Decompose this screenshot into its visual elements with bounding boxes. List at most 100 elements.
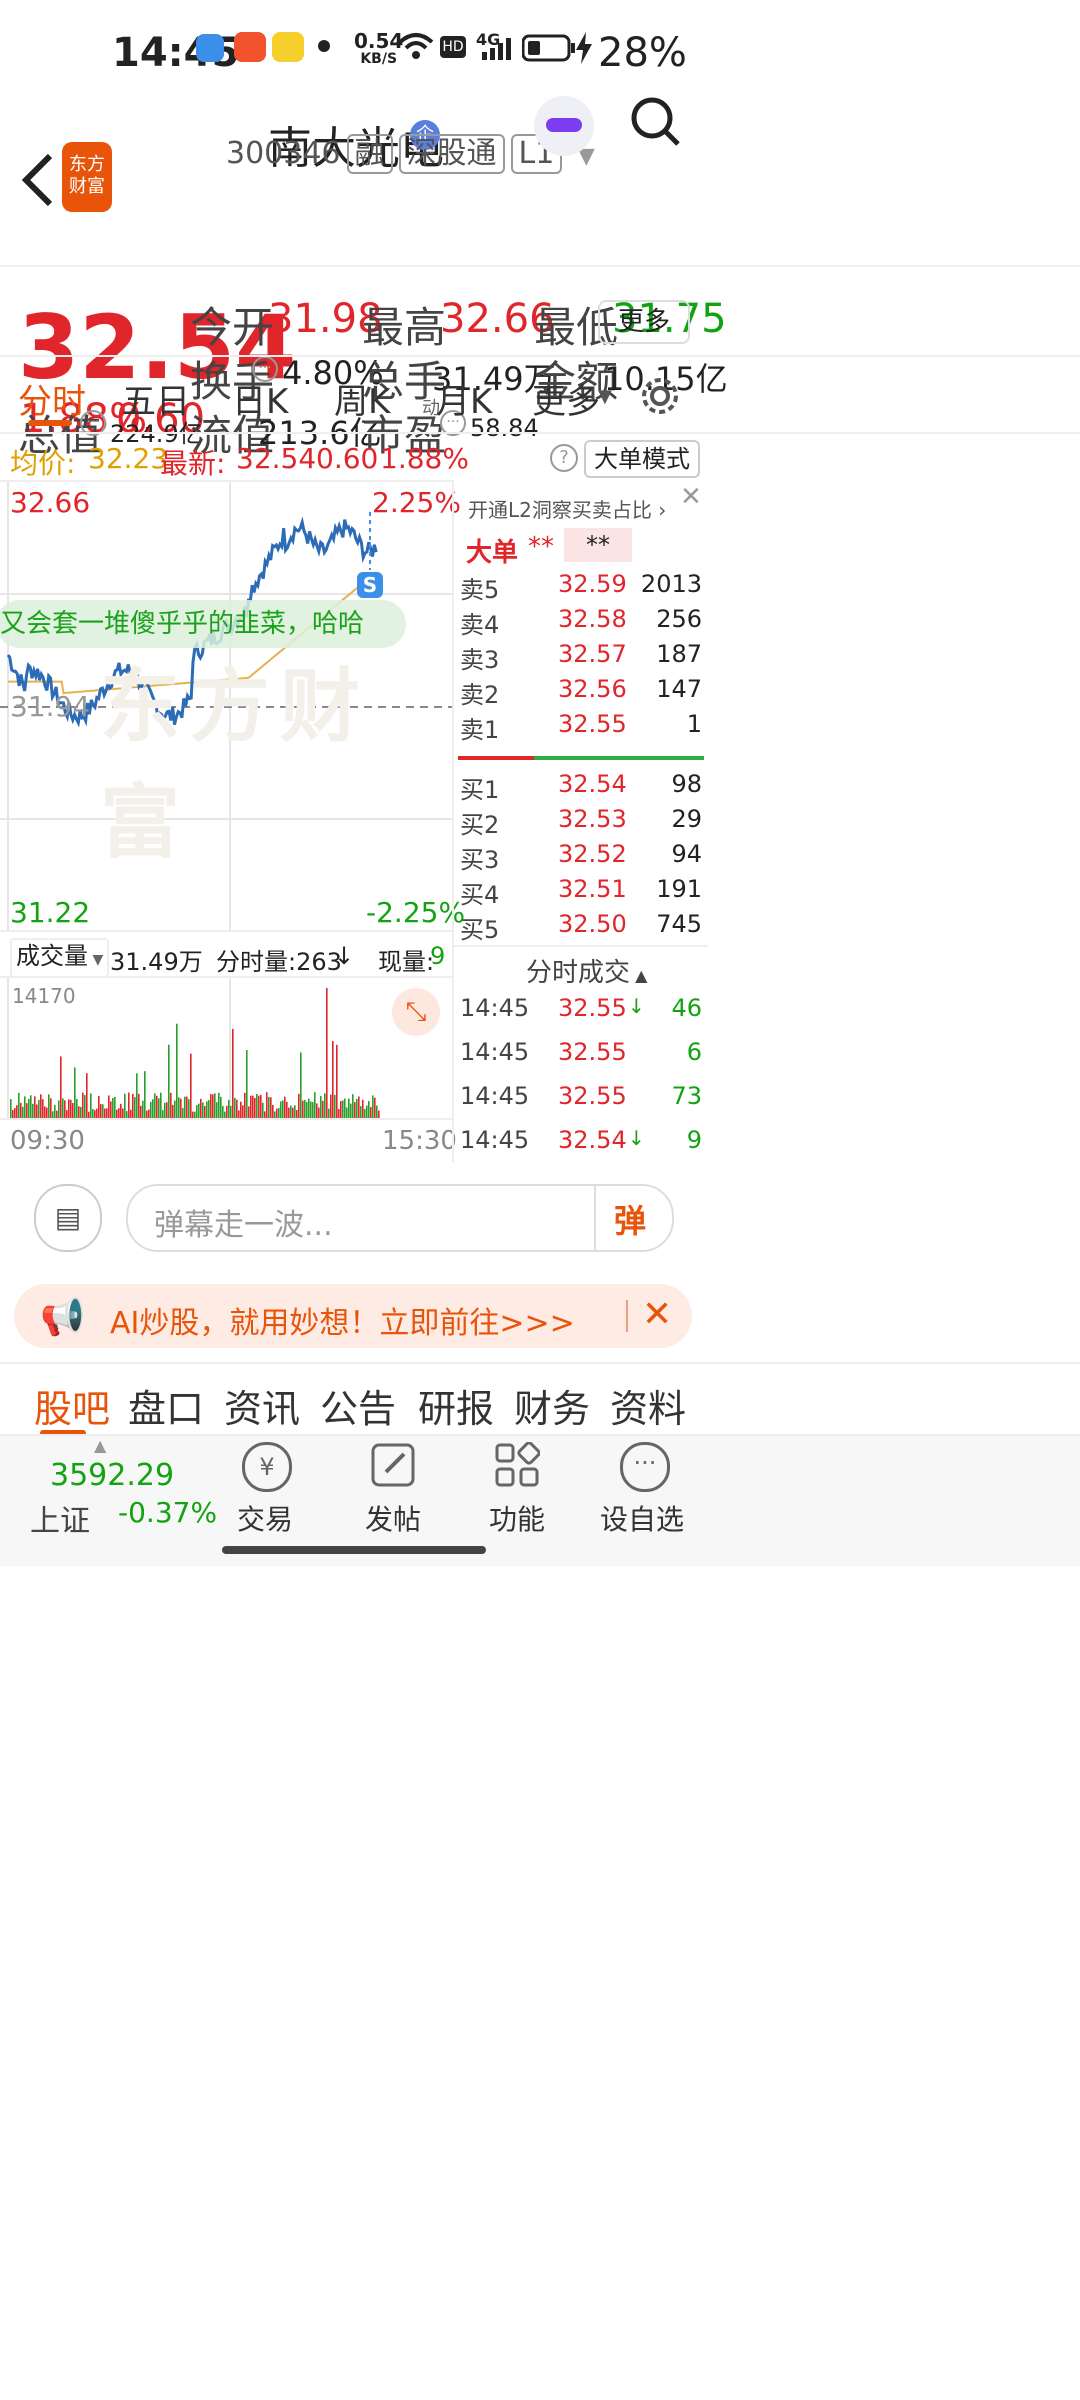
index-ticker[interactable]: ▲ 3592.29 上证 -0.37% <box>0 1436 220 1566</box>
home-indicator <box>222 1546 486 1554</box>
nav-announcements[interactable]: 公告 <box>320 1378 396 1433</box>
bid-volume: 745 <box>656 910 702 938</box>
ask-row[interactable]: 卖1 32.55 1 <box>454 710 708 745</box>
bid-row[interactable]: 买3 32.52 94 <box>454 840 708 875</box>
danmaku-settings-icon[interactable]: ▤ <box>34 1184 102 1252</box>
chart-mid-price: 31.94 <box>10 690 91 723</box>
volume-bar <box>356 1098 358 1120</box>
tab-monthly-k[interactable]: 月K <box>436 374 492 423</box>
down-arrow-icon: ↓ <box>334 942 355 970</box>
volume-bar <box>134 1097 136 1120</box>
search-icon[interactable] <box>630 96 682 148</box>
tab-weekly-k[interactable]: 周K <box>334 374 390 423</box>
volume-bar <box>138 1093 140 1120</box>
dock-add-watchlist[interactable]: ··· 设自选 <box>596 1442 688 1552</box>
dock-functions-label: 功能 <box>488 1503 545 1536</box>
big-order-mode-button[interactable]: 大单模式 <box>584 440 700 478</box>
nav-forum[interactable]: 股吧 <box>34 1378 110 1433</box>
dock-trade[interactable]: ¥ 交易 <box>230 1442 300 1552</box>
ask-volume: 187 <box>656 640 702 668</box>
tab-daily-k[interactable]: 日K <box>232 374 288 423</box>
volume-bar <box>200 1098 202 1120</box>
chart-tabs: 分时 五日 日K 周K 月K 更多 ▼ <box>0 360 1080 430</box>
ticks-list: 14:45 32.55 ↓ 46 14:45 32.55 6 14:45 32.55 73 14:4… <box>454 990 708 1166</box>
volume-bar <box>236 1099 238 1120</box>
hd-icon: HD <box>440 36 466 58</box>
s-marker-icon[interactable]: S <box>357 572 383 598</box>
volume-bar <box>210 1093 212 1120</box>
bid-row[interactable]: 买1 32.54 98 <box>454 770 708 805</box>
volume-bar <box>266 1092 268 1120</box>
l2-promo-text: 开通L2洞察买卖占比 <box>468 498 652 522</box>
tag-margin: 融 <box>346 134 393 174</box>
tick-volume: 9 <box>686 1126 702 1154</box>
danmaku-send-button[interactable]: 弹 <box>614 1196 646 1242</box>
volume-bar <box>344 1098 346 1120</box>
bid-volume: 191 <box>656 875 702 903</box>
ask-volume: 2013 <box>640 570 702 598</box>
chevron-left-icon[interactable] <box>18 150 58 210</box>
volume-bar <box>108 1095 110 1120</box>
divider <box>594 1186 596 1250</box>
close-icon[interactable]: ✕ <box>680 482 702 512</box>
volume-selector[interactable]: 成交量 ▼ <box>10 938 110 978</box>
dock-trade-label: 交易 <box>236 1503 293 1536</box>
help-icon[interactable]: ? <box>550 444 578 472</box>
ad-banner[interactable]: 📢 AI炒股，就用妙想！立即前往>>> ✕ <box>14 1284 692 1348</box>
ask-row[interactable]: 卖5 32.59 2013 <box>454 570 708 605</box>
tick-time: 14:45 <box>460 1082 530 1110</box>
volume-bar <box>74 1067 76 1120</box>
nav-finance[interactable]: 财务 <box>514 1378 590 1433</box>
volume-chart[interactable]: 14170 ⤡ <box>0 976 452 1120</box>
bid-row[interactable]: 买5 32.50 745 <box>454 910 708 945</box>
nav-profile[interactable]: 资料 <box>610 1378 686 1433</box>
ask-price: 32.57 <box>558 640 627 668</box>
more-dots-icon: ··· <box>620 1442 670 1492</box>
volume-bar <box>300 1052 302 1120</box>
close-icon[interactable]: ✕ <box>642 1294 672 1335</box>
dock-post[interactable]: 发帖 <box>358 1442 428 1552</box>
tab-indicator <box>28 420 72 426</box>
nav-news[interactable]: 资讯 <box>224 1378 300 1433</box>
danmaku-input[interactable]: 弹幕走一波... 弹 <box>126 1184 674 1252</box>
tab-more[interactable]: 更多 <box>532 374 600 423</box>
net-speed-value: 0.54 <box>354 29 404 53</box>
gear-icon[interactable] <box>640 376 680 416</box>
avatar[interactable] <box>534 96 594 156</box>
expand-icon[interactable]: ⤡ <box>392 988 440 1036</box>
chart-header: 均价: 32.23 最新: 32.54 0.60 1.88% ? 大单模式 <box>0 436 700 480</box>
more-button[interactable]: 更多 <box>598 300 690 344</box>
bid-row[interactable]: 买4 32.51 191 <box>454 875 708 910</box>
nav-orderbook[interactable]: 盘口 <box>128 1378 204 1433</box>
dock-functions[interactable]: 功能 <box>482 1442 552 1552</box>
app-logo[interactable]: 东方 财富 <box>62 142 112 212</box>
tab-intraday[interactable]: 分时 <box>18 374 86 423</box>
danmaku-bubble[interactable]: 又会套一堆傻乎乎的韭菜，哈哈 <box>0 600 406 648</box>
ask-row[interactable]: 卖4 32.58 256 <box>454 605 708 640</box>
nav-research[interactable]: 研报 <box>418 1378 494 1433</box>
volume-bar <box>124 1093 126 1120</box>
ticks-title[interactable]: 分时成交 ▲ <box>526 952 647 989</box>
volume-max: 14170 <box>12 984 76 1008</box>
tab-five-day[interactable]: 五日 <box>122 374 190 423</box>
wifi-icon <box>398 33 434 59</box>
bid-price: 32.52 <box>558 840 627 868</box>
volume-bar <box>186 1096 188 1120</box>
bid-row[interactable]: 买2 32.53 29 <box>454 805 708 840</box>
ask-row[interactable]: 卖2 32.56 147 <box>454 675 708 710</box>
asks-list: 卖5 32.59 2013 卖4 32.58 256 卖3 32.57 187 卖2 32.56 14… <box>454 570 708 745</box>
big-order-label: 大单 <box>466 538 519 568</box>
volume-bar <box>332 1041 334 1120</box>
chart-low-price: 31.22 <box>10 896 91 929</box>
volume-total: 31.49万 <box>110 948 203 976</box>
chart-high-pct: 2.25% <box>372 486 461 519</box>
stock-code: 300346 <box>226 136 341 171</box>
ask-row[interactable]: 卖3 32.57 187 <box>454 640 708 675</box>
bid-price: 32.51 <box>558 875 627 903</box>
volume-bar <box>232 1028 234 1120</box>
ask-label: 卖5 <box>460 576 500 604</box>
video-app-icon <box>234 32 266 62</box>
bid-label: 买1 <box>460 776 500 804</box>
l2-promo[interactable]: 开通L2洞察买卖占比 › <box>468 494 666 523</box>
price-chart[interactable]: 东方财富 32.66 2.25% 31.94 31.22 -2.25% S 又会… <box>0 480 465 932</box>
